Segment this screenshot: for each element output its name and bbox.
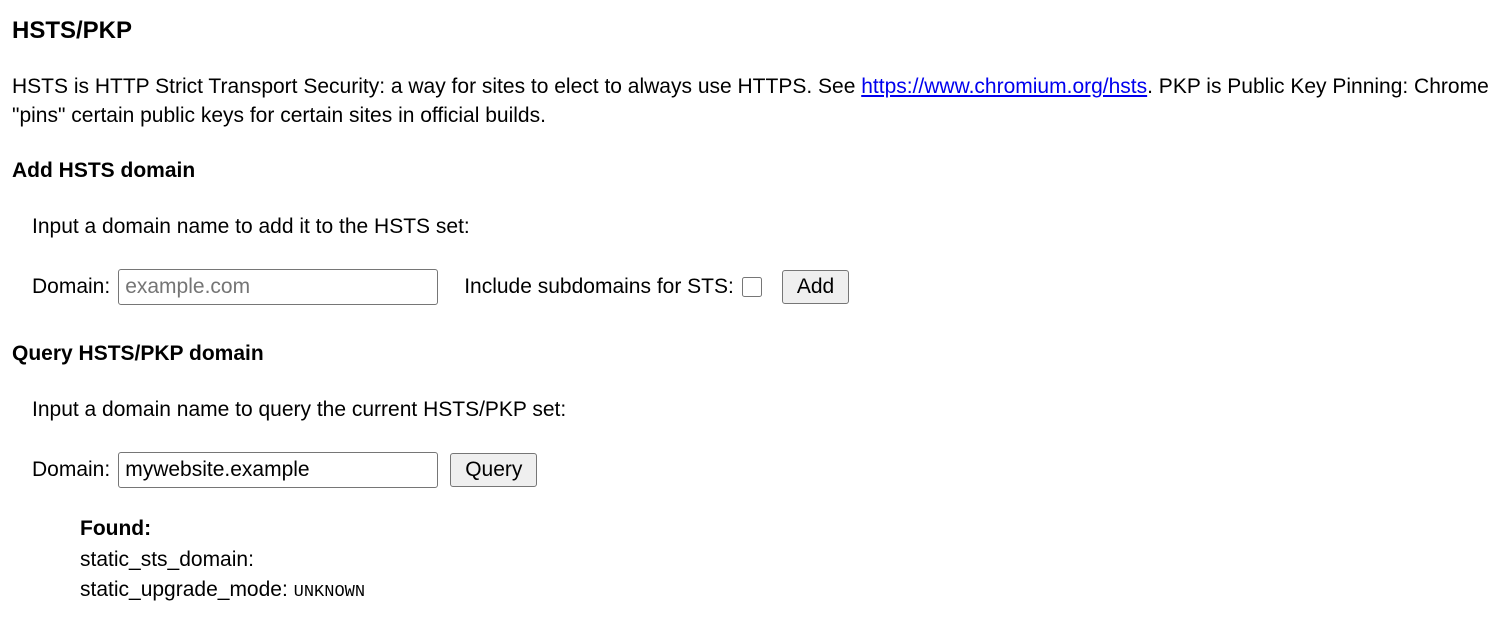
query-hsts-heading: Query HSTS/PKP domain <box>12 339 1491 368</box>
query-prompt: Input a domain name to query the current… <box>32 395 1491 424</box>
query-domain-input[interactable] <box>118 452 438 488</box>
page-title: HSTS/PKP <box>12 14 1491 48</box>
found-label: Found: <box>80 514 1491 543</box>
include-subdomains-label: Include subdomains for STS: <box>464 272 734 301</box>
add-button[interactable]: Add <box>782 270 849 304</box>
result-line: static_sts_domain: <box>80 545 1491 575</box>
add-domain-label: Domain: <box>32 272 110 301</box>
query-domain-label: Domain: <box>32 455 110 484</box>
hsts-info-link[interactable]: https://www.chromium.org/hsts <box>861 75 1147 98</box>
add-prompt: Input a domain name to add it to the HST… <box>32 212 1491 241</box>
result-line: static_upgrade_mode: UNKNOWN <box>80 575 1491 605</box>
result-key: static_sts_domain: <box>80 548 254 571</box>
result-value: UNKNOWN <box>294 583 365 602</box>
intro-paragraph: HSTS is HTTP Strict Transport Security: … <box>12 72 1491 131</box>
include-subdomains-checkbox[interactable] <box>742 277 762 297</box>
add-domain-input[interactable] <box>118 269 438 305</box>
intro-text-before: HSTS is HTTP Strict Transport Security: … <box>12 75 861 98</box>
result-key: static_upgrade_mode: <box>80 578 294 601</box>
add-hsts-heading: Add HSTS domain <box>12 156 1491 185</box>
query-button[interactable]: Query <box>450 453 537 487</box>
